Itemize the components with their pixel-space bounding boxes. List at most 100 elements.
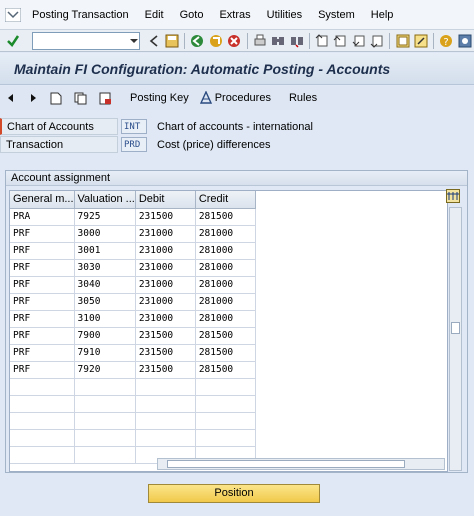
table-cell[interactable]: 231000	[135, 293, 196, 311]
chevron-down-icon[interactable]	[129, 37, 139, 45]
history-back-icon[interactable]	[146, 33, 160, 49]
previous-page-icon[interactable]	[333, 33, 347, 49]
next-page-icon[interactable]	[352, 33, 366, 49]
table-cell[interactable]: 7920	[74, 361, 136, 379]
vertical-scroll-thumb[interactable]	[451, 322, 460, 334]
table-cell[interactable]: PRF	[10, 327, 75, 345]
table-cell[interactable]: 3000	[74, 225, 136, 243]
vertical-scrollbar[interactable]	[449, 207, 462, 471]
table-row[interactable]: PRF 3001 231000 281000	[10, 242, 256, 260]
table-cell[interactable]: PRF	[10, 276, 75, 294]
table-cell[interactable]: 281000	[195, 276, 256, 294]
next-entry-button[interactable]	[28, 93, 40, 103]
table-row[interactable]: PRF 3040 231000 281000	[10, 276, 256, 294]
table-cell[interactable]: 231000	[135, 259, 196, 277]
table-cell[interactable]	[135, 378, 196, 396]
table-cell[interactable]: 231000	[135, 225, 196, 243]
empty-table-row[interactable]	[10, 395, 256, 413]
table-row[interactable]: PRF 7920 231500 281500	[10, 361, 256, 379]
menu-posting-transaction[interactable]: Posting Transaction	[24, 0, 137, 30]
table-row[interactable]: PRF 3000 231000 281000	[10, 225, 256, 243]
print-icon[interactable]	[252, 33, 266, 49]
table-cell[interactable]: 281000	[195, 293, 256, 311]
table-cell[interactable]: 7925	[74, 208, 136, 226]
customize-layout-icon[interactable]	[458, 33, 472, 49]
command-field[interactable]	[32, 31, 141, 50]
menu-system[interactable]: System	[310, 0, 363, 30]
table-cell[interactable]	[195, 378, 256, 396]
command-input[interactable]	[33, 33, 130, 48]
table-cell[interactable]	[195, 395, 256, 413]
table-cell[interactable]: PRF	[10, 225, 75, 243]
sap-logo-icon[interactable]	[5, 7, 21, 23]
empty-table-row[interactable]	[10, 429, 256, 447]
table-settings-icon[interactable]	[446, 189, 460, 203]
table-row[interactable]: PRF 3050 231000 281000	[10, 293, 256, 311]
table-cell[interactable]	[74, 378, 136, 396]
table-cell[interactable]: 3040	[74, 276, 136, 294]
table-cell[interactable]: 281000	[195, 225, 256, 243]
table-cell[interactable]: 231500	[135, 208, 196, 226]
empty-table-row[interactable]	[10, 378, 256, 396]
table-cell[interactable]	[10, 412, 75, 430]
menu-extras[interactable]: Extras	[211, 0, 258, 30]
chart-of-accounts-field[interactable]: INT	[121, 119, 147, 134]
transaction-field[interactable]: PRD	[121, 137, 147, 152]
table-cell[interactable]: 281500	[195, 361, 256, 379]
menu-goto[interactable]: Goto	[172, 0, 212, 30]
table-row[interactable]: PRF 7910 231500 281500	[10, 344, 256, 362]
table-cell[interactable]: 281000	[195, 259, 256, 277]
table-cell[interactable]: 231000	[135, 276, 196, 294]
menu-utilities[interactable]: Utilities	[259, 0, 310, 30]
table-cell[interactable]: 7900	[74, 327, 136, 345]
table-cell[interactable]: PRF	[10, 242, 75, 260]
table-cell[interactable]	[74, 395, 136, 413]
table-cell[interactable]: 3001	[74, 242, 136, 260]
enter-check-icon[interactable]	[6, 33, 20, 49]
column-header-credit[interactable]: Credit	[195, 191, 256, 209]
table-cell[interactable]: PRF	[10, 310, 75, 328]
table-cell[interactable]: PRF	[10, 344, 75, 362]
table-cell[interactable]	[195, 412, 256, 430]
procedures-button[interactable]: Procedures	[199, 91, 271, 105]
position-button[interactable]: Position	[148, 484, 320, 503]
table-cell[interactable]: 231000	[135, 310, 196, 328]
table-cell[interactable]	[10, 395, 75, 413]
horizontal-scroll-thumb[interactable]	[167, 460, 405, 468]
empty-table-row[interactable]	[10, 412, 256, 430]
back-green-icon[interactable]	[190, 33, 204, 49]
posting-key-button[interactable]: Posting Key	[130, 92, 189, 104]
table-cell[interactable]: 231500	[135, 361, 196, 379]
table-cell[interactable]: 3030	[74, 259, 136, 277]
table-cell[interactable]: 231500	[135, 344, 196, 362]
table-cell[interactable]: 281000	[195, 242, 256, 260]
exit-yellow-icon[interactable]	[209, 33, 223, 49]
help-icon[interactable]: ?	[439, 33, 453, 49]
table-cell[interactable]	[10, 446, 75, 464]
table-row[interactable]: PRF 3100 231000 281000	[10, 310, 256, 328]
table-cell[interactable]: 7910	[74, 344, 136, 362]
table-cell[interactable]: PRA	[10, 208, 75, 226]
table-cell[interactable]: 231500	[135, 327, 196, 345]
table-cell[interactable]: PRF	[10, 293, 75, 311]
table-cell[interactable]	[195, 429, 256, 447]
table-row[interactable]: PRF 3030 231000 281000	[10, 259, 256, 277]
save-icon[interactable]	[165, 33, 179, 49]
new-entries-button[interactable]	[50, 92, 64, 105]
table-cell[interactable]: PRF	[10, 361, 75, 379]
table-cell[interactable]: PRF	[10, 259, 75, 277]
column-header-general-modification[interactable]: General m...	[10, 191, 75, 209]
table-cell[interactable]: 281500	[195, 327, 256, 345]
column-header-debit[interactable]: Debit	[135, 191, 196, 209]
menu-edit[interactable]: Edit	[137, 0, 172, 30]
table-row[interactable]: PRA 7925 231500 281500	[10, 208, 256, 226]
table-cell[interactable]	[135, 412, 196, 430]
rules-button[interactable]: Rules	[289, 92, 317, 104]
table-cell[interactable]	[74, 412, 136, 430]
table-cell[interactable]: 281500	[195, 344, 256, 362]
table-cell[interactable]: 281000	[195, 310, 256, 328]
previous-entry-button[interactable]	[6, 93, 18, 103]
create-session-icon[interactable]	[395, 33, 410, 49]
delete-button[interactable]	[99, 92, 114, 105]
last-page-icon[interactable]	[370, 33, 384, 49]
